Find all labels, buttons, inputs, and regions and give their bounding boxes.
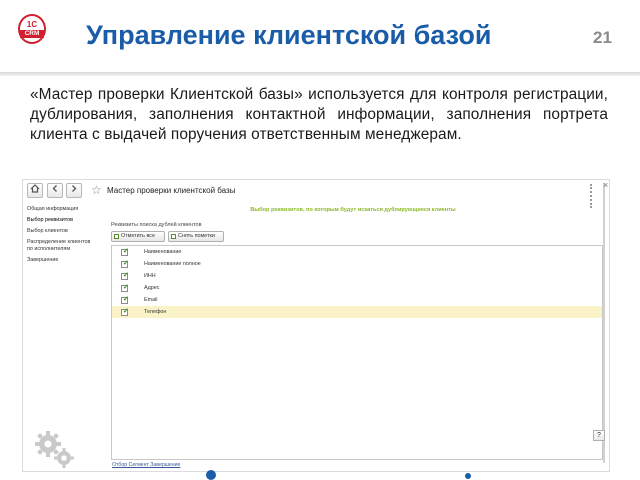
list-item[interactable]: ✓ Наименование полное	[112, 258, 602, 270]
logo-text-bottom: CRM	[20, 30, 44, 38]
row-label: Телефон	[144, 309, 167, 315]
sidebar-item-select-requisites[interactable]: Выбор реквизитов	[27, 217, 109, 224]
header-divider	[0, 72, 640, 76]
row-checkbox[interactable]: ✓	[121, 248, 129, 256]
list-item[interactable]: ✓ Email	[112, 294, 602, 306]
list-item[interactable]: ✓ Наименование	[112, 246, 602, 258]
decor-dot	[206, 470, 216, 480]
row-checkbox[interactable]: ✓	[121, 308, 129, 316]
step-heading: Выбор реквизитов, по которым будут искат…	[250, 207, 456, 213]
scrollbar[interactable]	[603, 183, 605, 463]
check-icon: ✓	[123, 248, 129, 255]
arrow-left-icon[interactable]	[47, 183, 63, 198]
check-icon: ✓	[123, 284, 129, 291]
slide-title: Управление клиентской базой	[86, 20, 492, 50]
wizard-window: ☆ Мастер проверки клиентской базы Общая …	[22, 179, 610, 472]
help-button[interactable]: ?	[593, 430, 605, 441]
list-item[interactable]: ✓ ИНН	[112, 270, 602, 282]
more-actions-icon[interactable]	[590, 184, 593, 208]
list-item-selected[interactable]: ✓ Телефон	[112, 306, 602, 318]
check-all-button[interactable]: Отметить все	[111, 231, 165, 242]
close-icon[interactable]: ×	[603, 180, 608, 190]
star-icon[interactable]: ☆	[91, 183, 102, 197]
sidebar-item-distribute-clients-cont[interactable]: по исполнителям	[27, 246, 109, 253]
sidebar-item-general-info[interactable]: Общая информация	[27, 206, 109, 213]
row-label: ИНН	[144, 273, 156, 279]
bottom-navigation-links[interactable]: Отбор Сегмент Завершение	[112, 462, 180, 468]
check-icon: ✓	[123, 272, 129, 279]
wizard-steps-sidebar: Общая информация Выбор реквизитов Выбор …	[27, 206, 109, 268]
list-item[interactable]: ✓ Адрес	[112, 282, 602, 294]
sidebar-item-select-clients[interactable]: Выбор клиентов	[27, 228, 109, 235]
gears-icon	[33, 428, 77, 468]
row-checkbox[interactable]: ✓	[121, 272, 129, 280]
row-checkbox[interactable]: ✓	[121, 260, 129, 268]
logo-text-top: 1С	[26, 20, 38, 29]
requisites-list: ✓ Наименование ✓ Наименование полное ✓ И…	[111, 245, 603, 460]
check-icon: ✓	[123, 296, 129, 303]
sidebar-item-finish[interactable]: Завершение	[27, 257, 109, 264]
row-checkbox[interactable]: ✓	[121, 296, 129, 304]
window-toolbar: ☆ Мастер проверки клиентской базы	[23, 180, 611, 208]
row-checkbox[interactable]: ✓	[121, 284, 129, 292]
check-icon: ✓	[123, 260, 129, 267]
row-label: Наименование	[144, 249, 182, 255]
decor-dot	[465, 473, 471, 479]
row-label: Email	[144, 297, 158, 303]
checkbox-checked-icon	[114, 234, 119, 239]
intro-paragraph: «Мастер проверки Клиентской базы» исполь…	[30, 86, 608, 143]
requisites-label: Реквизиты поиска дублей клиентов	[111, 222, 202, 228]
checkbox-empty-icon	[171, 234, 176, 239]
check-all-label: Отметить все	[121, 233, 155, 239]
crm-logo: 1С CRM	[18, 14, 46, 44]
slide-page-number: 21	[593, 28, 612, 47]
row-label: Наименование полное	[144, 261, 201, 267]
uncheck-all-label: Снять пометки	[178, 233, 215, 239]
uncheck-all-button[interactable]: Снять пометки	[168, 231, 224, 242]
arrow-right-icon[interactable]	[66, 183, 82, 198]
row-label: Адрес	[144, 285, 160, 291]
check-icon: ✓	[123, 308, 129, 315]
window-title: Мастер проверки клиентской базы	[107, 186, 236, 195]
home-icon[interactable]	[27, 183, 43, 198]
sidebar-item-distribute-clients[interactable]: Распределение клиентов	[27, 239, 109, 246]
